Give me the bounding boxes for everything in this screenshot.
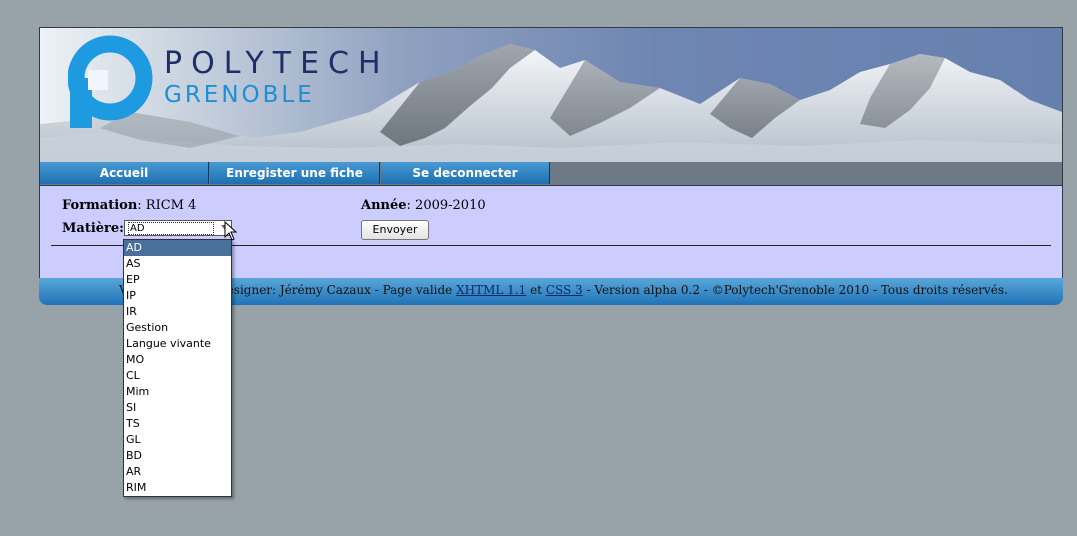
dropdown-option[interactable]: SI (124, 400, 231, 416)
dropdown-option[interactable]: IP (124, 288, 231, 304)
footer-text-3: - Version alpha 0.2 - ©Polytech'Grenoble… (582, 283, 1008, 297)
dropdown-option[interactable]: CL (124, 368, 231, 384)
logo-subtitle: GRENOBLE (164, 82, 315, 108)
header-banner: POLYTECH GRENOBLE (39, 27, 1063, 163)
annee-value: : 2009-2010 (406, 198, 486, 213)
dropdown-option[interactable]: BD (124, 448, 231, 464)
dropdown-option[interactable]: RIM (124, 480, 231, 496)
matiere-dropdown-list[interactable]: AD AS EP IP IR Gestion Langue vivante MO CL Mim SI… (123, 239, 232, 497)
css-link[interactable]: CSS 3 (546, 283, 583, 297)
dropdown-option[interactable]: Gestion (124, 320, 231, 336)
polytech-logo-icon (68, 35, 153, 128)
dropdown-option[interactable]: AS (124, 256, 231, 272)
matiere-select[interactable]: AD (124, 220, 232, 236)
nav-logout-button[interactable]: Se deconnecter (381, 162, 550, 184)
annee-field: Année: 2009-2010 (361, 198, 486, 213)
dropdown-option[interactable]: MO (124, 352, 231, 368)
annee-label: Année (361, 198, 407, 213)
submit-button[interactable]: Envoyer (361, 220, 429, 240)
matiere-label-text: Matière: (62, 221, 124, 236)
matiere-label: Matière: (62, 221, 124, 236)
dropdown-option[interactable]: AR (124, 464, 231, 480)
formation-label: Formation (62, 198, 138, 213)
dropdown-option[interactable]: IR (124, 304, 231, 320)
dropdown-option[interactable]: AD (124, 240, 231, 256)
footer-text-1: designer: Jérémy Cazaux - Page valide (219, 283, 457, 297)
logo-title: POLYTECH (164, 46, 390, 81)
dropdown-option[interactable]: Langue vivante (124, 336, 231, 352)
xhtml-link[interactable]: XHTML 1.1 (456, 283, 526, 297)
mouse-cursor-icon (224, 221, 238, 241)
nav-register-button[interactable]: Enregister une fiche resumé (210, 162, 380, 202)
formation-value: : RICM 4 (137, 198, 197, 213)
dropdown-option[interactable]: EP (124, 272, 231, 288)
nav-bar: Accueil Enregister une fiche resumé Se d… (39, 162, 1063, 202)
matiere-select-value: AD (128, 222, 214, 235)
footer-text-2: et (526, 283, 546, 297)
dropdown-option[interactable]: GL (124, 432, 231, 448)
nav-home-button[interactable]: Accueil (40, 162, 209, 184)
dropdown-option[interactable]: Mim (124, 384, 231, 400)
dropdown-option[interactable]: TS (124, 416, 231, 432)
formation-field: Formation: RICM 4 (62, 198, 196, 213)
footer-text: Vdesigner: Jérémy Cazaux - Page valide X… (119, 278, 1008, 302)
